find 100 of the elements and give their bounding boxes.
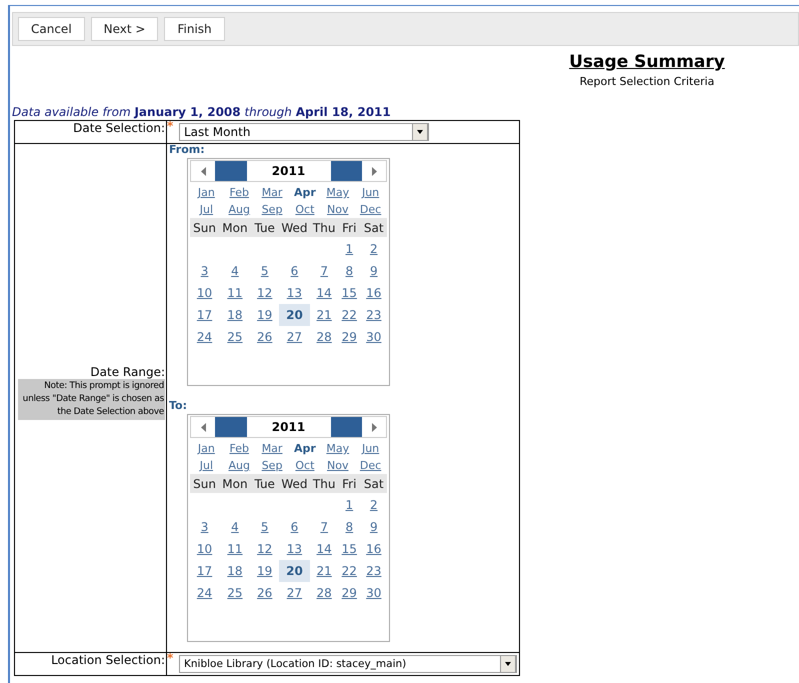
day-cell[interactable]: 17 bbox=[190, 560, 220, 582]
day-cell[interactable]: 10 bbox=[190, 538, 220, 560]
day-cell[interactable]: 21 bbox=[310, 560, 338, 582]
weekday-label: Wed bbox=[280, 476, 309, 490]
wizard-button[interactable]: Cancel bbox=[18, 17, 85, 41]
dropdown[interactable]: Knibloe Library (Location ID: stacey_main) bbox=[179, 655, 517, 673]
day-cell[interactable]: 26 bbox=[250, 326, 279, 348]
day-cell[interactable]: 7 bbox=[310, 260, 338, 282]
right-arrow-icon[interactable] bbox=[372, 422, 376, 432]
day-cell[interactable]: 1 bbox=[338, 238, 361, 260]
day-cell[interactable]: 18 bbox=[219, 304, 251, 326]
day-cell[interactable]: 5 bbox=[250, 516, 279, 538]
day-cell[interactable]: 4 bbox=[219, 516, 251, 538]
day-cell[interactable]: 27 bbox=[278, 582, 310, 604]
day-cell[interactable]: 24 bbox=[190, 582, 220, 604]
month-link[interactable]: Dec bbox=[354, 457, 387, 474]
day-cell[interactable]: 22 bbox=[338, 560, 361, 582]
day-cell[interactable]: 19 bbox=[250, 560, 279, 582]
wizard-button[interactable]: Next > bbox=[90, 17, 158, 41]
day-cell[interactable]: 23 bbox=[360, 560, 387, 582]
month-link[interactable]: Aug bbox=[222, 201, 256, 218]
day-cell[interactable]: 9 bbox=[360, 516, 387, 538]
day-cell[interactable]: 14 bbox=[310, 282, 338, 304]
month-link[interactable]: May bbox=[321, 184, 354, 201]
month-link[interactable]: Jan bbox=[190, 440, 223, 457]
day-cell[interactable]: 30 bbox=[360, 326, 387, 348]
day-cell[interactable]: 18 bbox=[219, 560, 251, 582]
day-cell[interactable]: 8 bbox=[338, 260, 361, 282]
day-cell[interactable]: 3 bbox=[190, 516, 220, 538]
day-cell[interactable]: 1 bbox=[338, 494, 361, 516]
month-link[interactable]: Apr bbox=[288, 440, 322, 457]
month-link[interactable]: Jul bbox=[190, 457, 223, 474]
day-cell[interactable]: 22 bbox=[338, 304, 361, 326]
day-cell[interactable]: 7 bbox=[310, 516, 338, 538]
field-label: Location Selection: bbox=[51, 653, 165, 667]
day-cell[interactable]: 15 bbox=[338, 538, 361, 560]
day-cell[interactable]: 16 bbox=[360, 538, 387, 560]
month-link[interactable]: Jun bbox=[354, 184, 387, 201]
weekday-label: Fri bbox=[341, 220, 358, 234]
day-cell[interactable]: 25 bbox=[219, 582, 251, 604]
month-link[interactable]: Nov bbox=[321, 457, 354, 474]
day-cell[interactable]: 8 bbox=[338, 516, 361, 538]
day-cell[interactable]: 2 bbox=[360, 238, 387, 260]
day-cell[interactable]: 20 bbox=[278, 560, 310, 582]
day-cell[interactable]: 14 bbox=[310, 538, 338, 560]
month-link[interactable]: Sep bbox=[256, 201, 288, 218]
day-cell[interactable]: 11 bbox=[219, 282, 251, 304]
day-cell[interactable]: 24 bbox=[190, 326, 220, 348]
day-cell[interactable]: 9 bbox=[360, 260, 387, 282]
month-link[interactable]: Oct bbox=[288, 457, 322, 474]
dropdown[interactable]: Last Month bbox=[179, 123, 429, 141]
day-cell[interactable]: 28 bbox=[310, 582, 338, 604]
month-link[interactable]: Sep bbox=[256, 457, 288, 474]
calendar-label: To: bbox=[169, 400, 188, 414]
month-link[interactable]: Feb bbox=[222, 440, 256, 457]
day-cell[interactable]: 2 bbox=[360, 494, 387, 516]
day-cell[interactable]: 6 bbox=[278, 260, 310, 282]
day-cell[interactable]: 29 bbox=[338, 326, 361, 348]
day-cell[interactable]: 20 bbox=[278, 304, 310, 326]
weekday-label: Mon bbox=[221, 476, 249, 490]
day-cell[interactable]: 6 bbox=[278, 516, 310, 538]
day-cell[interactable]: 25 bbox=[219, 326, 251, 348]
month-link[interactable]: Jan bbox=[190, 184, 223, 201]
month-link[interactable]: Apr bbox=[288, 184, 322, 201]
weekday-label: Thu bbox=[312, 476, 336, 490]
day-cell[interactable]: 29 bbox=[338, 582, 361, 604]
month-link[interactable]: Oct bbox=[288, 201, 322, 218]
day-cell[interactable]: 13 bbox=[278, 282, 310, 304]
month-link[interactable]: May bbox=[321, 440, 354, 457]
day-cell[interactable]: 15 bbox=[338, 282, 361, 304]
day-cell[interactable]: 19 bbox=[250, 304, 279, 326]
month-link[interactable]: Jun bbox=[354, 440, 387, 457]
day-cell[interactable]: 30 bbox=[360, 582, 387, 604]
day-cell[interactable]: 12 bbox=[250, 282, 279, 304]
day-cell[interactable]: 5 bbox=[250, 260, 279, 282]
day-cell[interactable]: 27 bbox=[278, 326, 310, 348]
month-link[interactable]: Mar bbox=[256, 184, 288, 201]
day-cell[interactable]: 28 bbox=[310, 326, 338, 348]
day-cell[interactable]: 26 bbox=[250, 582, 279, 604]
month-link[interactable]: Nov bbox=[321, 201, 354, 218]
day-cell[interactable]: 10 bbox=[190, 282, 220, 304]
month-link[interactable]: Dec bbox=[354, 201, 387, 218]
day-cell[interactable]: 21 bbox=[310, 304, 338, 326]
month-link[interactable]: Feb bbox=[222, 184, 256, 201]
day-cell[interactable]: 11 bbox=[219, 538, 251, 560]
day-cell[interactable]: 12 bbox=[250, 538, 279, 560]
day-cell[interactable]: 16 bbox=[360, 282, 387, 304]
day-cell[interactable]: 4 bbox=[219, 260, 251, 282]
availability-text: Data available from January 1, 2008 through April 18, 2011 bbox=[12, 105, 392, 120]
day-cell[interactable]: 13 bbox=[278, 538, 310, 560]
wizard-button[interactable]: Finish bbox=[164, 17, 225, 41]
left-arrow-icon[interactable] bbox=[200, 166, 206, 176]
day-cell[interactable]: 17 bbox=[190, 304, 220, 326]
day-cell[interactable]: 3 bbox=[190, 260, 220, 282]
right-arrow-icon[interactable] bbox=[372, 166, 376, 176]
month-link[interactable]: Aug bbox=[222, 457, 256, 474]
left-arrow-icon[interactable] bbox=[200, 422, 206, 432]
month-link[interactable]: Mar bbox=[256, 440, 288, 457]
month-link[interactable]: Jul bbox=[190, 201, 223, 218]
day-cell[interactable]: 23 bbox=[360, 304, 387, 326]
